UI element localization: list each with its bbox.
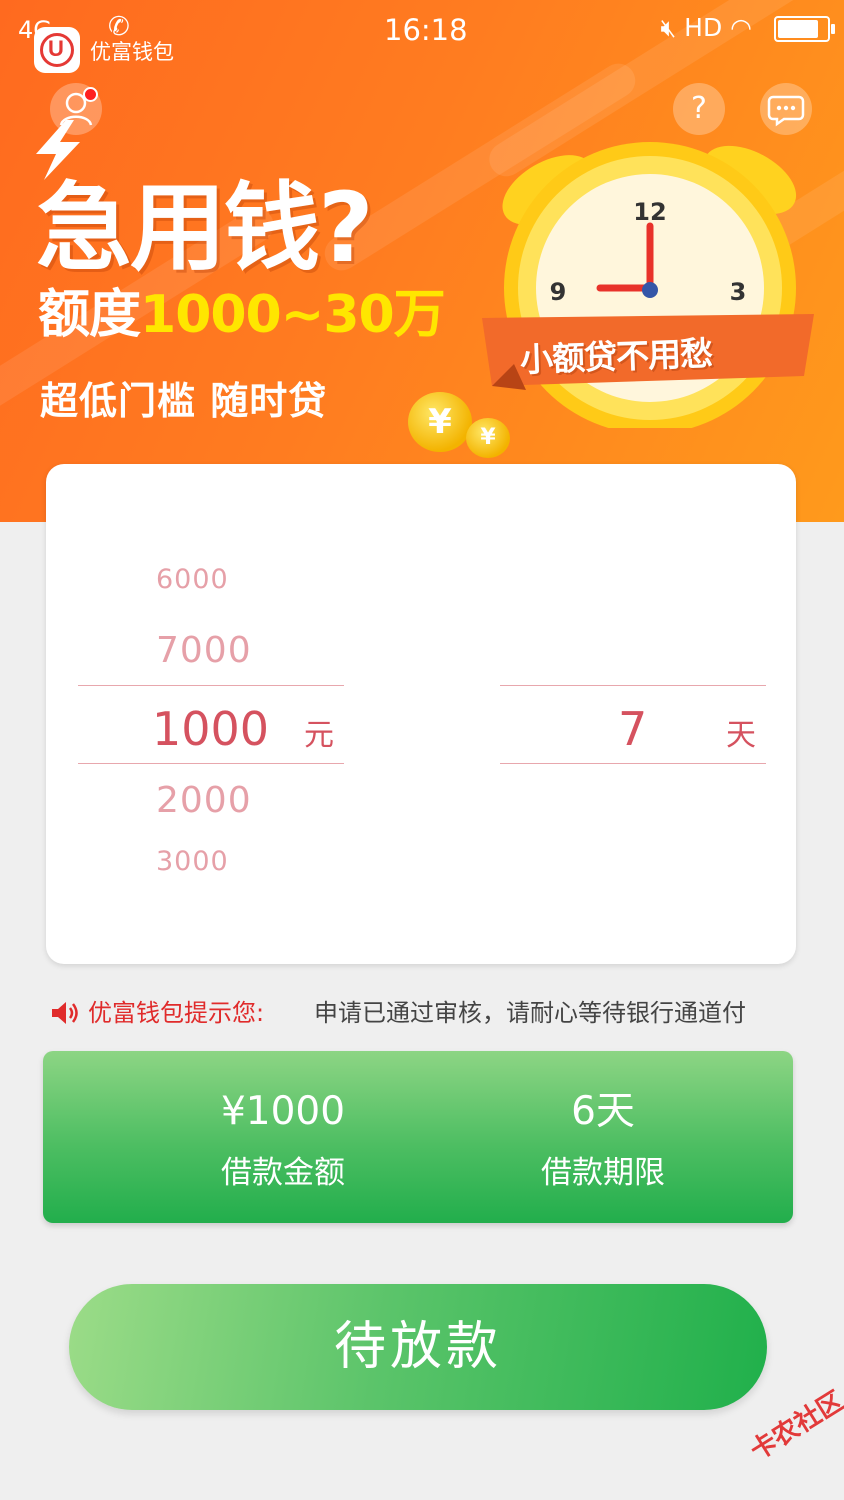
loan-term-value: 6天 [571,1089,635,1134]
loan-picker-card: 6000 7000 1000 元 2000 3000 7 天 [46,464,796,964]
days-selected[interactable]: 7 [618,702,647,756]
speaker-icon [52,1002,78,1024]
picker-divider [78,685,344,686]
app-name: 优富钱包 [90,40,174,64]
promo-banner[interactable]: 4G ✆ 16:18 🔇︎ HD ◠ 优富钱包 ? 急用钱? 额度1000~30… [0,0,844,522]
amount-option[interactable]: 3000 [156,846,229,877]
pending-disbursement-button[interactable]: 待放款 [69,1284,767,1410]
question-icon: ? [691,91,707,126]
days-unit: 天 [726,718,756,753]
amount-selected[interactable]: 1000 [152,702,269,756]
picker-divider [78,763,344,764]
picker-divider [500,763,766,764]
battery-icon [774,16,835,42]
clock-number-3: 3 [730,278,747,306]
watermark-logo: 卡农社区 [745,1385,844,1467]
loan-term-summary: 6天 借款期限 [453,1089,753,1195]
banner-amount-line: 额度1000~30万 [38,272,446,347]
battery-level [778,20,818,38]
banner-headline: 急用钱? [36,172,374,284]
wifi-icon: ◠ [730,13,752,42]
amount-prefix: 额度 [38,285,141,345]
notification-dot [83,87,98,102]
amount-option[interactable]: 2000 [156,780,252,821]
alarm-clock-illustration: 12 3 9 [482,142,814,428]
hd-label: HD [684,13,723,42]
banner-ribbon-text: 小额贷不用愁 [519,333,713,380]
mute-icon: 🔇︎ [660,13,677,42]
loan-amount-label: 借款金额 [221,1155,345,1191]
loan-amount-summary: ¥1000 借款金额 [133,1089,433,1195]
clock-number-9: 9 [550,278,567,306]
clock-number-12: 12 [633,198,666,226]
picker-divider [500,685,766,686]
network-indicator: 🔇︎ HD ◠ [660,13,752,43]
amount-range: 1000~30万 [140,285,446,345]
loan-summary-panel: ¥1000 借款金额 6天 借款期限 [43,1051,793,1223]
coin-icon: ¥ [408,392,472,452]
amount-option[interactable]: 7000 [156,630,252,671]
loan-term-label: 借款期限 [541,1155,665,1191]
banner-features: 超低门槛 随时贷 [40,379,328,423]
notice-bar: 优富钱包提示您: 申请已通过审核，请耐心等待银行通道付 [50,996,790,1030]
amount-unit: 元 [304,718,334,753]
loan-amount-value: ¥1000 [220,1089,346,1134]
status-time: 16:18 [384,13,468,47]
notice-label: 优富钱包提示您: [88,999,265,1027]
app-logo [34,27,80,73]
notice-message: 申请已通过审核，请耐心等待银行通道付 [314,999,746,1027]
amount-option[interactable]: 6000 [156,564,229,595]
